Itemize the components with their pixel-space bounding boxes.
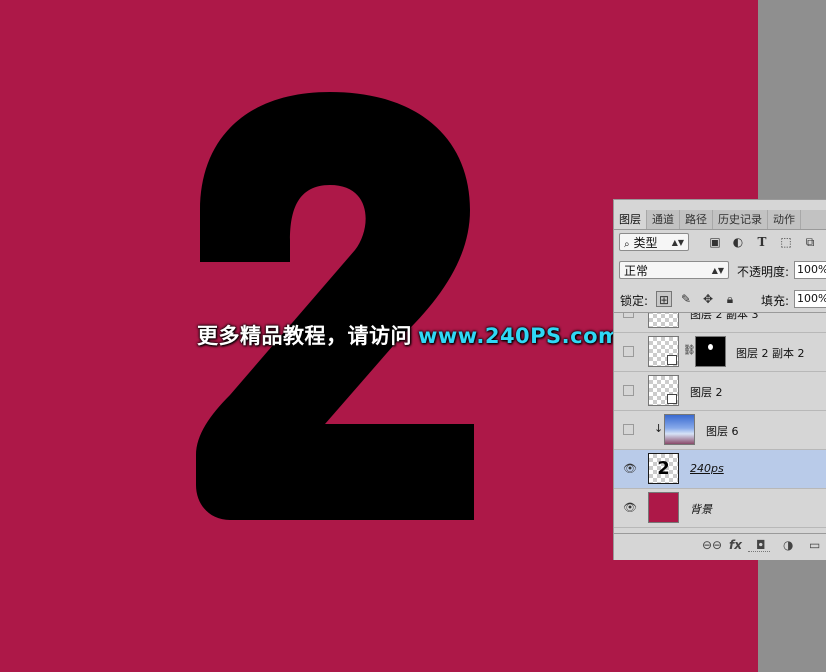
blend-mode-select[interactable]: 正常 ▲▼ bbox=[619, 261, 729, 279]
layer-name: 240ps bbox=[690, 462, 724, 475]
filter-kind-value: 类型 bbox=[633, 236, 658, 250]
link-icon[interactable]: ⊖⊖ bbox=[702, 537, 722, 553]
layer-name: 图层 2 副本 3 bbox=[690, 312, 759, 321]
visibility-toggle[interactable] bbox=[623, 313, 634, 318]
group-folder-icon[interactable]: ▭ bbox=[809, 537, 820, 553]
layer-row[interactable]: 图层 2 bbox=[614, 372, 826, 411]
layers-list: 图层 2 副本 3 ⛓ 图层 2 副本 2 图层 2 ↓ 图层 6 👁︎ 2 2… bbox=[614, 312, 826, 532]
layer-name: 图层 6 bbox=[706, 425, 739, 438]
panel-tabs: 图层 通道 路径 历史记录 动作 bbox=[614, 210, 826, 230]
opacity-input[interactable]: 100% bbox=[794, 261, 826, 279]
lock-position-icon[interactable]: ✥ bbox=[700, 291, 716, 307]
smart-object-badge-icon bbox=[667, 355, 677, 365]
lock-image-pixels-icon[interactable]: ✎ bbox=[678, 291, 694, 307]
shape-filter-icon[interactable]: ⬚ bbox=[779, 235, 793, 249]
layer-thumbnail bbox=[648, 375, 679, 406]
thumbnail-digit: 2 bbox=[657, 458, 670, 479]
visibility-toggle[interactable] bbox=[623, 424, 634, 435]
watermark-chinese: 更多精品教程，请访问 bbox=[197, 324, 412, 348]
tab-paths[interactable]: 路径 bbox=[680, 210, 713, 229]
watermark-url: www.240PS.com bbox=[418, 324, 621, 348]
layer-name: 图层 2 副本 2 bbox=[736, 347, 805, 360]
lock-label: 锁定: bbox=[620, 294, 649, 308]
layers-bottom-bar: ⊖⊖ fx ◘ ◑ ▭ bbox=[614, 533, 826, 556]
filter-kind-select[interactable]: ⌕ 类型 ▲▼ bbox=[619, 233, 689, 251]
search-icon: ⌕ bbox=[624, 239, 630, 250]
layer-row[interactable]: 图层 2 副本 3 bbox=[614, 312, 826, 333]
lock-transparent-pixels-icon[interactable]: ⊞ bbox=[656, 291, 672, 307]
layer-thumbnail bbox=[664, 414, 695, 445]
mask-link-icon[interactable]: ⛓ bbox=[683, 345, 696, 356]
fill-input[interactable]: 100% bbox=[794, 290, 826, 308]
image-filter-icon[interactable]: ▣ bbox=[708, 235, 722, 249]
smart-object-filter-icon[interactable]: ⧉ bbox=[803, 235, 817, 249]
select-arrows-icon: ▲▼ bbox=[711, 266, 724, 275]
tab-layers[interactable]: 图层 bbox=[614, 210, 647, 229]
smart-object-badge-icon bbox=[667, 394, 677, 404]
layer-row[interactable]: ↓ 图层 6 bbox=[614, 411, 826, 450]
type-filter-icon[interactable]: T bbox=[755, 235, 769, 249]
blend-mode-value: 正常 bbox=[624, 264, 649, 278]
lock-all-icon[interactable]: 🔒︎ bbox=[722, 291, 738, 307]
visibility-toggle[interactable] bbox=[623, 346, 634, 357]
layer-thumbnail bbox=[648, 492, 679, 523]
layer-thumbnail: 2 bbox=[648, 453, 679, 484]
layer-row[interactable]: ⛓ 图层 2 副本 2 bbox=[614, 333, 826, 372]
fx-icon[interactable]: fx bbox=[729, 537, 742, 553]
select-arrows-icon: ▲▼ bbox=[671, 238, 684, 247]
visibility-toggle[interactable] bbox=[623, 385, 634, 396]
mask-shape bbox=[708, 344, 713, 350]
tab-channels[interactable]: 通道 bbox=[647, 210, 680, 229]
layer-row-selected[interactable]: 👁︎ 2 240ps bbox=[614, 450, 826, 489]
eye-icon[interactable]: 👁︎ bbox=[623, 502, 637, 513]
watermark-text: 更多精品教程，请访问 www.240PS.com bbox=[197, 320, 620, 350]
tab-history[interactable]: 历史记录 bbox=[713, 210, 768, 229]
filter-row: ⌕ 类型 ▲▼ ▣ ◐ T ⬚ ⧉ bbox=[614, 231, 826, 253]
layer-row[interactable]: 👁︎ 背景 bbox=[614, 489, 826, 528]
layers-panel: 图层 通道 路径 历史记录 动作 ⌕ 类型 ▲▼ ▣ ◐ T ⬚ ⧉ 正常 ▲▼… bbox=[613, 199, 826, 560]
layer-thumbnail bbox=[648, 313, 679, 328]
lock-row: 锁定: ⊞ ✎ ✥ 🔒︎ 填充: 100% bbox=[614, 288, 826, 310]
layer-mask-thumbnail[interactable] bbox=[695, 336, 726, 367]
clipping-mask-arrow-icon: ↓ bbox=[654, 422, 664, 435]
opacity-label: 不透明度: bbox=[737, 265, 790, 279]
fill-label: 填充: bbox=[761, 294, 790, 308]
resize-grip[interactable] bbox=[748, 551, 770, 554]
adjustment-filter-icon[interactable]: ◐ bbox=[731, 235, 745, 249]
tab-actions[interactable]: 动作 bbox=[768, 210, 801, 229]
layer-name: 背景 bbox=[690, 503, 712, 516]
layer-name: 图层 2 bbox=[690, 386, 723, 399]
blend-row: 正常 ▲▼ 不透明度: 100% bbox=[614, 260, 826, 282]
eye-icon[interactable]: 👁︎ bbox=[623, 463, 637, 474]
adjustment-icon[interactable]: ◑ bbox=[783, 537, 793, 553]
layer-thumbnail bbox=[648, 336, 679, 367]
